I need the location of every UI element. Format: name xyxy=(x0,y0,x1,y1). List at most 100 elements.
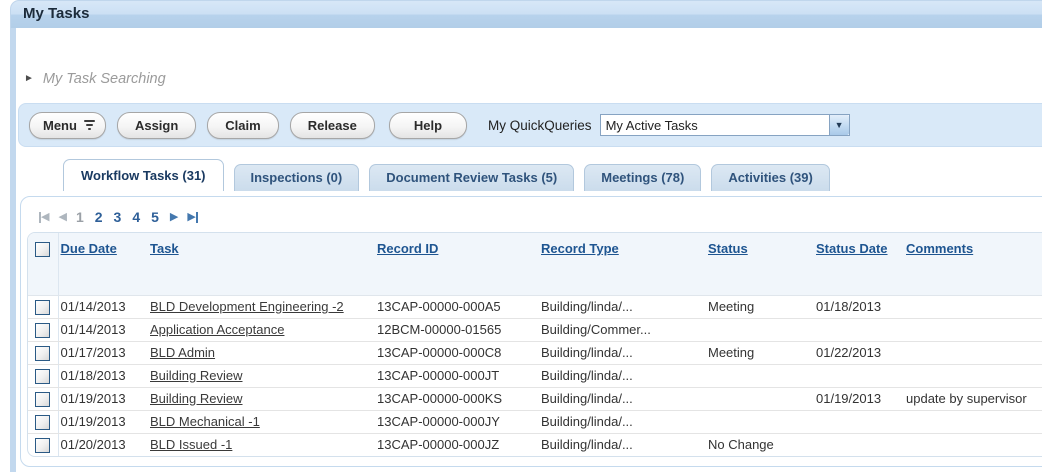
table-row: 01/14/2013 Application Acceptance 12BCM-… xyxy=(28,318,1042,341)
cell-comments xyxy=(904,295,1042,318)
cell-status: Meeting xyxy=(706,341,814,364)
task-link[interactable]: BLD Development Engineering -2 xyxy=(150,299,344,314)
table-row: 01/17/2013 BLD Admin 13CAP-00000-000C8 B… xyxy=(28,341,1042,364)
page-title: My Tasks xyxy=(11,1,89,27)
tab-inspections[interactable]: Inspections (0) xyxy=(234,164,360,191)
cell-record-type: Building/linda/... xyxy=(539,433,706,456)
cell-record-id: 13CAP-00000-000JT xyxy=(375,364,539,387)
first-page-icon: ◀ xyxy=(39,212,49,223)
workflow-tasks-panel: ◀ ◀ 1 2 3 4 5 ▶ ▶ Due Date Task xyxy=(20,196,1042,467)
tab-workflow-tasks[interactable]: Workflow Tasks (31) xyxy=(63,159,224,191)
row-checkbox[interactable] xyxy=(35,415,50,430)
task-searching-toggle[interactable]: ► My Task Searching xyxy=(24,71,166,87)
cell-due-date: 01/14/2013 xyxy=(58,318,148,341)
cell-status-date xyxy=(814,364,904,387)
quickqueries-selected-value: My Active Tasks xyxy=(601,118,698,133)
table-row: 01/19/2013 Building Review 13CAP-00000-0… xyxy=(28,387,1042,410)
tab-activities[interactable]: Activities (39) xyxy=(711,164,830,191)
cell-record-type: Building/linda/... xyxy=(539,387,706,410)
page-number-2[interactable]: 2 xyxy=(95,209,103,225)
column-header-task[interactable]: Task xyxy=(150,241,179,256)
row-checkbox[interactable] xyxy=(35,392,50,407)
page-number-3[interactable]: 3 xyxy=(114,209,122,225)
cell-status-date: 01/18/2013 xyxy=(814,295,904,318)
page-number-5[interactable]: 5 xyxy=(151,209,159,225)
column-header-status-date[interactable]: Status Date xyxy=(816,241,888,256)
tab-document-review-tasks[interactable]: Document Review Tasks (5) xyxy=(369,164,574,191)
help-button[interactable]: Help xyxy=(389,112,467,139)
column-header-record-type[interactable]: Record Type xyxy=(541,241,619,256)
cell-record-id: 13CAP-00000-000KS xyxy=(375,387,539,410)
toolbar: Menu Assign Claim Release Help My QuickQ… xyxy=(18,103,1042,147)
column-header-due-date[interactable]: Due Date xyxy=(61,241,117,256)
cell-comments: update by supervisor xyxy=(904,387,1042,410)
cell-record-type: Building/linda/... xyxy=(539,341,706,364)
task-link[interactable]: BLD Mechanical -1 xyxy=(150,414,260,429)
column-header-status[interactable]: Status xyxy=(708,241,748,256)
collapse-arrow-icon: ► xyxy=(24,74,34,84)
row-checkbox[interactable] xyxy=(35,346,50,361)
cell-comments xyxy=(904,364,1042,387)
release-button[interactable]: Release xyxy=(290,112,375,139)
task-link[interactable]: Application Acceptance xyxy=(150,322,284,337)
cell-status-date xyxy=(814,318,904,341)
next-page-icon[interactable]: ▶ xyxy=(170,212,178,223)
my-tasks-page: My Tasks ► My Task Searching Menu Assign… xyxy=(0,0,1042,472)
column-header-record-id[interactable]: Record ID xyxy=(377,241,438,256)
cell-due-date: 01/17/2013 xyxy=(58,341,148,364)
cell-record-id: 13CAP-00000-000JZ xyxy=(375,433,539,456)
cell-record-id: 13CAP-00000-000JY xyxy=(375,410,539,433)
cell-comments xyxy=(904,318,1042,341)
claim-button[interactable]: Claim xyxy=(207,112,278,139)
cell-record-id: 13CAP-00000-000A5 xyxy=(375,295,539,318)
cell-status xyxy=(706,410,814,433)
panel-left-border xyxy=(10,28,16,472)
row-checkbox[interactable] xyxy=(35,300,50,315)
page-number-1: 1 xyxy=(76,209,84,225)
table-header-row: Due Date Task Record ID Record Type Stat… xyxy=(28,233,1042,295)
task-table: Due Date Task Record ID Record Type Stat… xyxy=(27,232,1042,457)
cell-record-type: Building/Commer... xyxy=(539,318,706,341)
cell-comments xyxy=(904,433,1042,456)
table-row: 01/14/2013 BLD Development Engineering -… xyxy=(28,295,1042,318)
cell-due-date: 01/19/2013 xyxy=(58,410,148,433)
select-all-checkbox[interactable] xyxy=(35,242,50,257)
table-row: 01/19/2013 BLD Mechanical -1 13CAP-00000… xyxy=(28,410,1042,433)
cell-status xyxy=(706,364,814,387)
task-searching-label: My Task Searching xyxy=(43,71,166,87)
cell-status: Meeting xyxy=(706,295,814,318)
task-link[interactable]: BLD Issued -1 xyxy=(150,437,232,452)
column-header-comments[interactable]: Comments xyxy=(906,241,973,256)
cell-due-date: 01/20/2013 xyxy=(58,433,148,456)
select-arrow-glyph: ▼ xyxy=(835,120,844,130)
select-arrow-icon: ▼ xyxy=(829,115,849,135)
table-row: 01/20/2013 BLD Issued -1 13CAP-00000-000… xyxy=(28,433,1042,456)
cell-status-date xyxy=(814,433,904,456)
cell-status xyxy=(706,318,814,341)
tab-bar: Workflow Tasks (31) Inspections (0) Docu… xyxy=(18,159,1042,191)
row-checkbox[interactable] xyxy=(35,323,50,338)
cell-status xyxy=(706,387,814,410)
quickqueries-select[interactable]: My Active Tasks ▼ xyxy=(600,114,850,136)
cell-record-type: Building/linda/... xyxy=(539,295,706,318)
quickqueries-label: My QuickQueries xyxy=(488,118,592,133)
page-titlebar: My Tasks xyxy=(10,0,1042,28)
row-checkbox[interactable] xyxy=(35,369,50,384)
assign-button[interactable]: Assign xyxy=(117,112,196,139)
cell-record-id: 13CAP-00000-000C8 xyxy=(375,341,539,364)
task-link[interactable]: Building Review xyxy=(150,368,243,383)
cell-record-type: Building/linda/... xyxy=(539,364,706,387)
cell-status-date: 01/22/2013 xyxy=(814,341,904,364)
row-checkbox[interactable] xyxy=(35,438,50,453)
menu-button[interactable]: Menu xyxy=(29,112,106,139)
task-link[interactable]: BLD Admin xyxy=(150,345,215,360)
menu-dropdown-icon xyxy=(84,120,95,130)
task-table-body: 01/14/2013 BLD Development Engineering -… xyxy=(28,295,1042,456)
previous-page-icon: ◀ xyxy=(58,212,66,223)
page-number-4[interactable]: 4 xyxy=(132,209,140,225)
cell-status: No Change xyxy=(706,433,814,456)
pagination: ◀ ◀ 1 2 3 4 5 ▶ ▶ xyxy=(39,207,1042,227)
last-page-icon[interactable]: ▶ xyxy=(187,212,197,223)
task-link[interactable]: Building Review xyxy=(150,391,243,406)
tab-meetings[interactable]: Meetings (78) xyxy=(584,164,701,191)
